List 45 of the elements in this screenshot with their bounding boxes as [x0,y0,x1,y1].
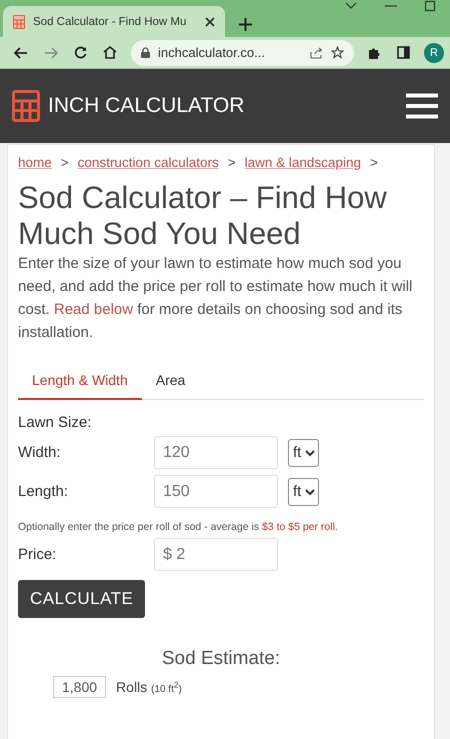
star-icon[interactable] [331,46,344,59]
home-icon[interactable] [103,46,117,59]
new-tab-icon[interactable] [239,18,252,31]
result-unit: Rolls (10 ft$^{2}$) [116,679,182,695]
address-bar[interactable]: inchcalculator.co... [131,40,354,66]
back-icon[interactable] [14,46,28,58]
puzzle-icon[interactable] [368,46,381,59]
forward-icon[interactable] [44,46,58,58]
tab[interactable]: Length & Width [18,362,142,400]
reload-icon[interactable] [74,46,87,59]
field-label: Length: [18,483,70,500]
unit-select[interactable]: ft [288,478,319,506]
maximize-icon[interactable] [425,0,436,14]
lock-icon [141,47,150,58]
page-title: Sod Calculator – Find How Much Sod You Need [18,180,388,252]
section-label: Lawn Size: [18,414,92,431]
intro-paragraph: Enter the size of your lawn to estimate how much sod you need, and add the price per roll to estimate how much it will cost. Read below for more details on choosing sod and its installation. [18,254,414,343]
close-icon[interactable] [205,16,215,26]
browser-tab[interactable]: Sod Calculator - Find How Mu [3,6,225,37]
read-below-link[interactable]: Read below [54,301,134,318]
url-text: inchcalculator.co... [158,45,266,60]
number-input[interactable]: 120 [154,436,278,469]
number-input[interactable]: 150 [154,475,278,508]
breadcrumb-link[interactable]: home [18,155,52,170]
unit-select[interactable]: ft [288,438,319,466]
menu-icon[interactable] [406,93,438,119]
breadcrumb-separator: > [60,155,69,170]
field-label: Price: [18,546,58,563]
breadcrumb-separator: > [370,155,378,170]
breadcrumb-separator: > [228,155,236,170]
field-label: Width: [18,444,62,461]
calculate-button[interactable]: CALCULATE [18,580,146,618]
tab-title: Sod Calculator - Find How Mu [33,16,188,28]
profile-avatar[interactable]: R [424,42,444,62]
estimate-heading: Sod Estimate: [160,648,282,670]
calculator-logo-icon[interactable] [12,90,40,122]
result-value: 1,800 [53,676,106,698]
tab[interactable]: Area [142,362,200,400]
breadcrumb-link[interactable]: construction calculators [78,155,219,170]
price-input[interactable]: $ 2 [154,538,278,571]
calculator-icon [13,14,25,28]
side-panel-icon[interactable] [397,46,410,59]
price-note: Optionally enter the price per roll of sod - average is $3 to $5 per roll. [18,521,339,533]
share-icon[interactable] [310,46,323,58]
breadcrumb-link[interactable]: lawn & landscaping [244,155,361,170]
